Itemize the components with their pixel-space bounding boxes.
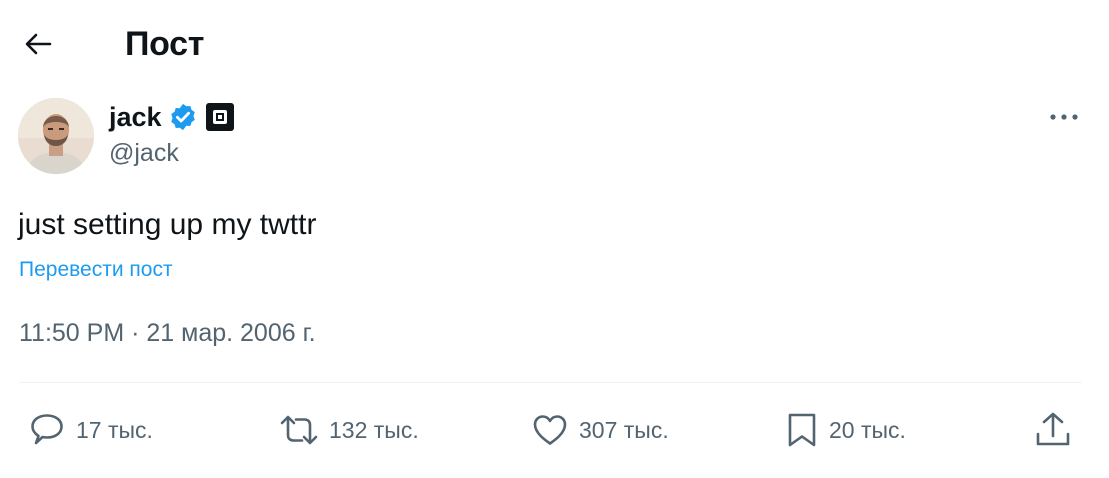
user-handle[interactable]: @jack: [109, 138, 179, 168]
bookmark-icon: [788, 413, 816, 447]
square-logo-icon: [212, 110, 227, 124]
reply-icon: [31, 414, 63, 445]
retweet-icon: [280, 415, 318, 445]
verified-badge-icon[interactable]: [168, 102, 198, 132]
translate-post-link[interactable]: Перевести пост: [19, 257, 173, 283]
bookmark-count: 20 тыс.: [829, 417, 906, 443]
retweet-button[interactable]: 132 тыс.: [279, 408, 419, 452]
tweet-date[interactable]: 21 мар. 2006 г.: [146, 319, 315, 347]
avatar-image: [18, 98, 94, 174]
back-button[interactable]: [16, 24, 60, 64]
avatar[interactable]: [18, 98, 94, 174]
like-button[interactable]: 307 тыс.: [531, 408, 669, 452]
like-count: 307 тыс.: [579, 417, 669, 443]
tweet-text: just setting up my twttr: [18, 208, 317, 241]
reply-count: 17 тыс.: [76, 417, 153, 443]
heart-icon: [533, 415, 567, 445]
author-block: jack @jack: [18, 98, 1088, 174]
display-name[interactable]: jack: [109, 100, 162, 134]
affiliation-badge[interactable]: [205, 103, 234, 131]
tweet-time[interactable]: 11:50 PM: [19, 319, 124, 347]
bookmark-button[interactable]: 20 тыс.: [785, 408, 906, 452]
share-icon: [1036, 412, 1070, 446]
header: Пост: [0, 0, 1109, 88]
reply-button[interactable]: 17 тыс.: [28, 408, 153, 452]
name-row: jack: [109, 100, 234, 134]
arrow-left-icon: [25, 33, 52, 55]
share-button[interactable]: [1034, 408, 1072, 452]
page-title: Пост: [125, 25, 205, 63]
tweet-timestamp: 11:50 PM · 21 мар. 2006 г.: [19, 317, 316, 349]
divider: [19, 382, 1082, 383]
more-options-button[interactable]: [1044, 104, 1084, 130]
retweet-count: 132 тыс.: [329, 417, 419, 443]
more-horizontal-icon: [1050, 114, 1078, 120]
meta-separator: ·: [131, 319, 140, 347]
